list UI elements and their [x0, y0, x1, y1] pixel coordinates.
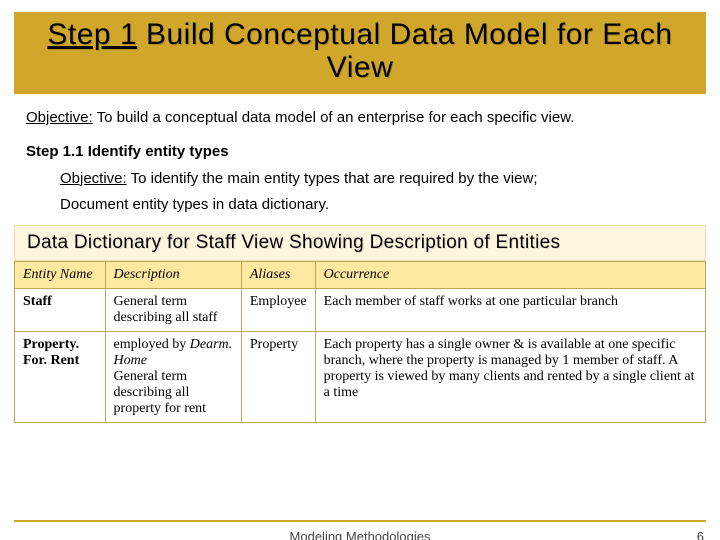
cell-alias: Property [241, 332, 315, 423]
cell-occ: Each member of staff works at one partic… [315, 289, 705, 332]
desc-pre: employed by [114, 337, 190, 352]
desc-post: General term describing all property for… [114, 369, 207, 416]
th-entity: Entity Name [15, 262, 106, 289]
objective-text: To build a conceptual data model of an e… [93, 109, 575, 126]
substep-obj-text: To identify the main entity types that a… [127, 170, 538, 187]
desc-text: General term describing all staff [114, 294, 218, 325]
th-occ: Occurrence [315, 262, 705, 289]
table-header-row: Entity Name Description Aliases Occurren… [15, 262, 706, 289]
substep-doc: Document entity types in data dictionary… [60, 195, 694, 215]
dict-table: Entity Name Description Aliases Occurren… [14, 261, 706, 423]
cell-desc: General term describing all staff [105, 289, 241, 332]
title-step-label: Step 1 [47, 18, 137, 51]
cell-desc: employed by Dearm. Home General term des… [105, 332, 241, 423]
dict-title: Data Dictionary for Staff View Showing D… [27, 232, 693, 254]
objective-label: Objective: [26, 109, 93, 126]
dict-title-wrap: Data Dictionary for Staff View Showing D… [14, 225, 706, 261]
th-desc: Description [105, 262, 241, 289]
cell-entity: Property. For. Rent [15, 332, 106, 423]
slide: Step 1 Build Conceptual Data Model for E… [0, 12, 720, 540]
title-rest: Build Conceptual Data Model for Each Vie… [137, 18, 672, 84]
title-banner: Step 1 Build Conceptual Data Model for E… [14, 12, 706, 94]
cell-occ: Each property has a single owner & is av… [315, 332, 705, 423]
footer-center: Modeling Methodologies [0, 529, 720, 540]
cell-alias: Employee [241, 289, 315, 332]
objective-line: Objective: To build a conceptual data mo… [26, 108, 694, 128]
footer-rule [14, 520, 706, 522]
slide-title: Step 1 Build Conceptual Data Model for E… [24, 18, 696, 84]
footer-page: 6 [697, 529, 704, 540]
substep-objective: Objective: To identify the main entity t… [60, 169, 694, 189]
table-row: Staff General term describing all staff … [15, 289, 706, 332]
th-alias: Aliases [241, 262, 315, 289]
substep-heading: Step 1.1 Identify entity types [26, 142, 694, 162]
body: Objective: To build a conceptual data mo… [0, 94, 720, 215]
table-row: Property. For. Rent employed by Dearm. H… [15, 332, 706, 423]
cell-entity: Staff [15, 289, 106, 332]
substep-obj-label: Objective: [60, 170, 127, 187]
